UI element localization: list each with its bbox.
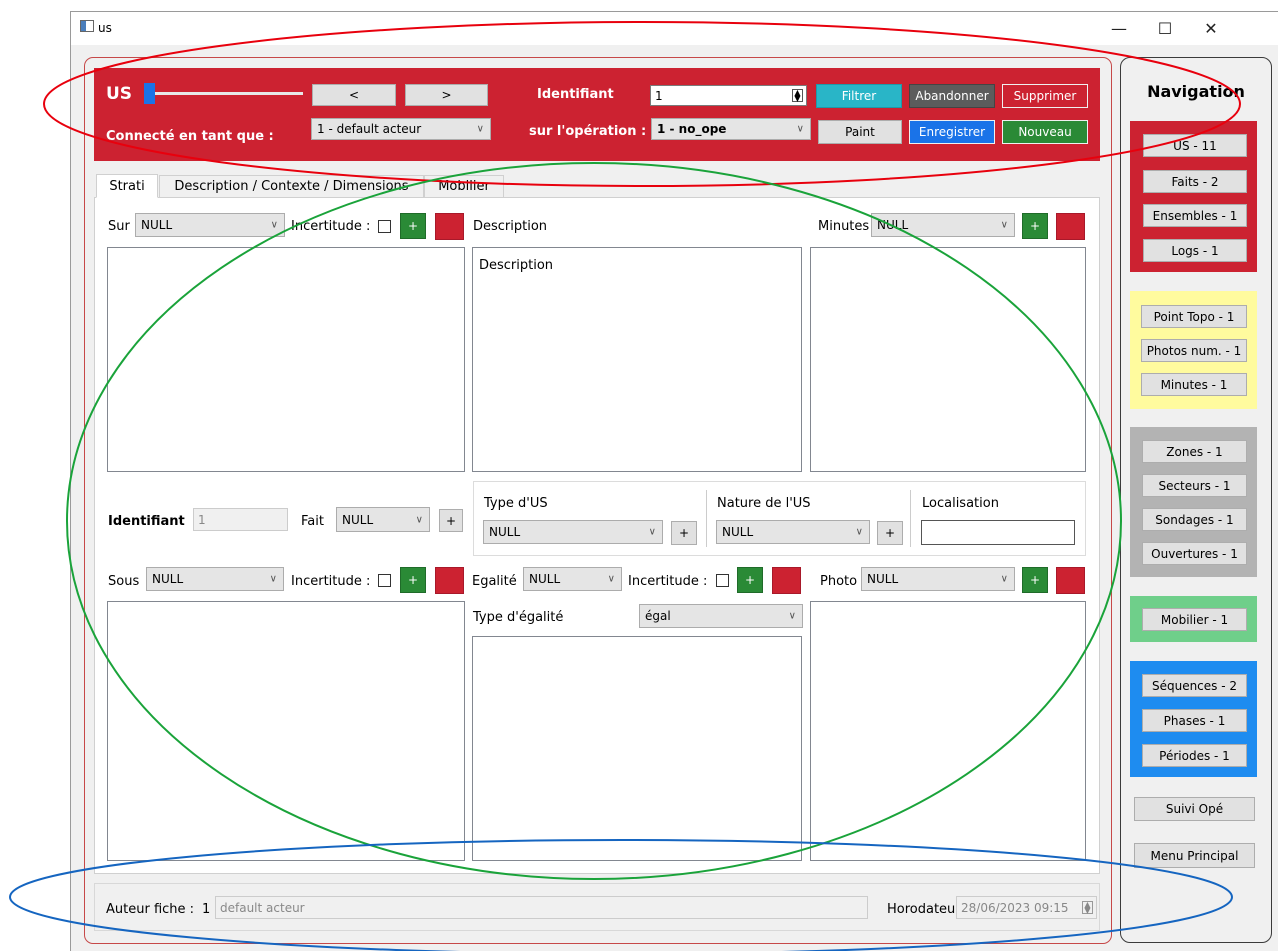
annotation-red-ellipse bbox=[43, 21, 1241, 187]
annotation-green-ellipse bbox=[66, 162, 1122, 880]
annotation-blue-ellipse bbox=[9, 839, 1233, 951]
annotation-overlay bbox=[9, 21, 1241, 951]
